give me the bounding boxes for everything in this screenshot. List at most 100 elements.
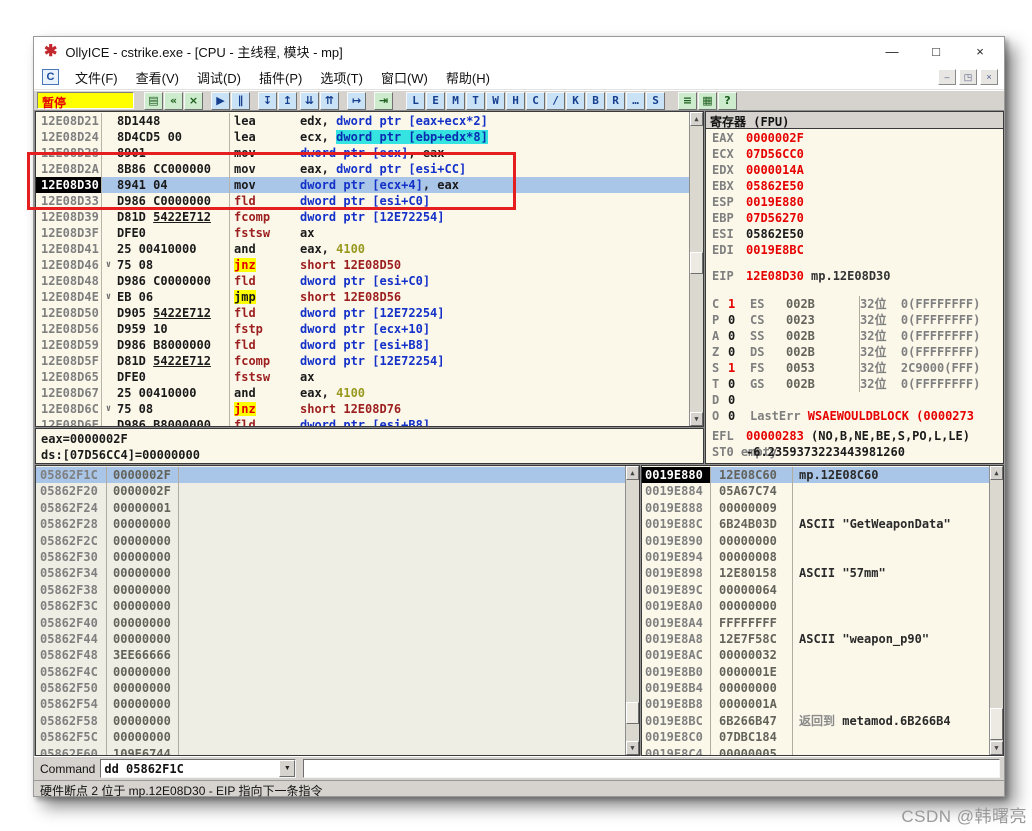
disasm-row[interactable]: 12E08D218D1448leaedx, dword ptr [eax+ecx…: [36, 113, 689, 129]
letter-button-dots[interactable]: …: [626, 92, 645, 110]
disasm-row[interactable]: 12E08D6725 00410000andeax, 4100: [36, 385, 689, 401]
stack-row[interactable]: 0019E8A812E7F58CASCII "weapon_p90": [642, 631, 989, 647]
letter-button-h[interactable]: H: [506, 92, 525, 110]
disasm-row[interactable]: 12E08D39D81D 5422E712fcompdword ptr [12E…: [36, 209, 689, 225]
stack-row[interactable]: 0019E8B80000001A: [642, 696, 989, 712]
dump-row[interactable]: 05862F2C00000000: [36, 533, 625, 549]
stack-scrollbar[interactable]: ▲ ▼: [989, 466, 1003, 755]
disasm-row[interactable]: 12E08D308941 04movdword ptr [ecx+4], eax: [36, 177, 689, 193]
flag-row[interactable]: D0: [712, 392, 1003, 408]
dump-row[interactable]: 05862F60109E6744: [36, 746, 625, 755]
disasm-row[interactable]: 12E08D5FD81D 5422E712fcompdword ptr [12E…: [36, 353, 689, 369]
letter-button-w[interactable]: W: [486, 92, 505, 110]
disasm-row[interactable]: 12E08D56D959 10fstpdword ptr [ecx+10]: [36, 321, 689, 337]
disasm-row[interactable]: 12E08D2A8B86 CC000000moveax, dword ptr […: [36, 161, 689, 177]
go-to-address-icon[interactable]: ⇥: [374, 92, 393, 110]
scroll-up-icon[interactable]: ▲: [690, 112, 703, 126]
flag-row[interactable]: S1FS005332位 2C9000(FFF): [712, 360, 1003, 376]
run-icon[interactable]: ▶: [211, 92, 230, 110]
flag-row[interactable]: O0LastErr WSAEWOULDBLOCK (0000273: [712, 408, 1003, 424]
register-row[interactable]: ESP0019E880: [712, 194, 1003, 210]
appearance-icon[interactable]: ▦: [698, 92, 717, 110]
stack-row[interactable]: 0019E88405A67C74: [642, 483, 989, 499]
command-input[interactable]: dd 05862F1C: [101, 762, 279, 776]
disasm-row[interactable]: 12E08D3FDFE0fstswax: [36, 225, 689, 241]
register-row[interactable]: EDX0000014A: [712, 162, 1003, 178]
st0-row[interactable]: ST0 empty -6.2359373223443981260: [712, 444, 1003, 460]
register-row[interactable]: EAX0000002F: [712, 130, 1003, 146]
dump-row[interactable]: 05862F4000000000: [36, 615, 625, 631]
animate-over-icon[interactable]: ⇈: [320, 92, 339, 110]
step-over-icon[interactable]: ↥: [278, 92, 297, 110]
maximize-icon[interactable]: □: [928, 44, 944, 59]
dump-row[interactable]: 05862F5400000000: [36, 696, 625, 712]
efl-row[interactable]: EFL00000283 (NO,B,NE,BE,S,PO,L,LE): [712, 428, 1003, 444]
letter-button-k[interactable]: K: [566, 92, 585, 110]
flag-row[interactable]: Z0DS002B32位 0(FFFFFFFF): [712, 344, 1003, 360]
flag-row[interactable]: A0SS002B32位 0(FFFFFFFF): [712, 328, 1003, 344]
title-bar[interactable]: ✱ OllyICE - cstrike.exe - [CPU - 主线程, 模块…: [34, 37, 1004, 65]
animate-into-icon[interactable]: ⇊: [300, 92, 319, 110]
disasm-row[interactable]: 12E08D48D986 C0000000flddword ptr [esi+C…: [36, 273, 689, 289]
mdi-minimize-icon[interactable]: –: [938, 69, 956, 85]
stack-row[interactable]: 0019E8BC6B266B47返回到 metamod.6B266B4: [642, 713, 989, 729]
stack-row[interactable]: 0019E8C007DBC184: [642, 729, 989, 745]
stack-row[interactable]: 0019E8A4FFFFFFFF: [642, 615, 989, 631]
letter-button-m[interactable]: M: [446, 92, 465, 110]
minimize-icon[interactable]: —: [884, 44, 900, 59]
menu-item[interactable]: 插件(P): [250, 66, 311, 89]
menu-item[interactable]: 查看(V): [127, 66, 188, 89]
disasm-row[interactable]: 12E08D4125 00410000andeax, 4100: [36, 241, 689, 257]
dump-row[interactable]: 05862F5000000000: [36, 680, 625, 696]
disasm-row[interactable]: 12E08D288901movdword ptr [ecx], eax: [36, 145, 689, 161]
letter-button-l[interactable]: L: [406, 92, 425, 110]
dump-row[interactable]: 05862F2800000000: [36, 516, 625, 532]
stack-row[interactable]: 0019E88C6B24B03DASCII "GetWeaponData": [642, 516, 989, 532]
letter-button-b[interactable]: B: [586, 92, 605, 110]
menu-item[interactable]: 文件(F): [66, 66, 127, 89]
letter-button-slash[interactable]: /: [546, 92, 565, 110]
step-into-icon[interactable]: ↧: [258, 92, 277, 110]
register-row[interactable]: EBX05862E50: [712, 178, 1003, 194]
dump-scroll-thumb[interactable]: [626, 702, 639, 724]
memory-dump-pane[interactable]: 05862F1C0000002F05862F200000002F05862F24…: [35, 465, 640, 756]
letter-button-t[interactable]: T: [466, 92, 485, 110]
scroll-up-icon[interactable]: ▲: [626, 466, 639, 480]
options-icon[interactable]: ≡: [678, 92, 697, 110]
dump-row[interactable]: 05862F5800000000: [36, 713, 625, 729]
eip-row[interactable]: EIP12E08D30 mp.12E08D30: [712, 268, 1003, 284]
flag-row[interactable]: C1ES002B32位 0(FFFFFFFF): [712, 296, 1003, 312]
stack-row[interactable]: 0019E88012E08C60mp.12E08C60: [642, 467, 989, 483]
register-row[interactable]: EBP07D56270: [712, 210, 1003, 226]
open-file-icon[interactable]: ▤: [144, 92, 163, 110]
mdi-close-icon[interactable]: ×: [980, 69, 998, 85]
flag-row[interactable]: T0GS002B32位 0(FFFFFFFF): [712, 376, 1003, 392]
letter-button-s[interactable]: S: [646, 92, 665, 110]
menu-item[interactable]: 调试(D): [188, 66, 250, 89]
disasm-row[interactable]: 12E08D248D4CD5 00leaecx, dword ptr [ebp+…: [36, 129, 689, 145]
menu-item[interactable]: 帮助(H): [437, 66, 499, 89]
registers-pane[interactable]: 寄存器 (FPU) EAX0000002FECX07D56CC0EDX00000…: [705, 111, 1004, 464]
stack-row[interactable]: 0019E89400000008: [642, 549, 989, 565]
stack-row[interactable]: 0019E89000000000: [642, 533, 989, 549]
menu-item[interactable]: 选项(T): [311, 66, 372, 89]
menu-item[interactable]: 窗口(W): [372, 66, 437, 89]
disasm-row[interactable]: 12E08D4E∨EB 06jmpshort 12E08D56: [36, 289, 689, 305]
close-program-icon[interactable]: ×: [184, 92, 203, 110]
dump-row[interactable]: 05862F4C00000000: [36, 664, 625, 680]
letter-button-c[interactable]: C: [526, 92, 545, 110]
stack-row[interactable]: 0019E8B400000000: [642, 680, 989, 696]
stack-scroll-thumb[interactable]: [990, 708, 1003, 740]
disasm-scrollbar[interactable]: ▲ ▼: [689, 112, 703, 426]
stack-pane[interactable]: 0019E88012E08C60mp.12E08C600019E88405A67…: [641, 465, 1004, 756]
cpu-window-icon[interactable]: C: [42, 69, 59, 85]
dropdown-arrow-icon[interactable]: ▼: [279, 760, 295, 777]
disasm-row[interactable]: 12E08D6ED986 B8000000flddword ptr [esi+B…: [36, 417, 689, 426]
register-row[interactable]: EDI0019E8BC: [712, 242, 1003, 258]
scroll-down-icon[interactable]: ▼: [626, 741, 639, 755]
restart-icon[interactable]: «: [164, 92, 183, 110]
command-combobox[interactable]: dd 05862F1C ▼: [100, 759, 296, 778]
dump-row[interactable]: 05862F200000002F: [36, 483, 625, 499]
dump-row[interactable]: 05862F1C0000002F: [36, 467, 625, 483]
disasm-row[interactable]: 12E08D6C∨75 08jnzshort 12E08D76: [36, 401, 689, 417]
